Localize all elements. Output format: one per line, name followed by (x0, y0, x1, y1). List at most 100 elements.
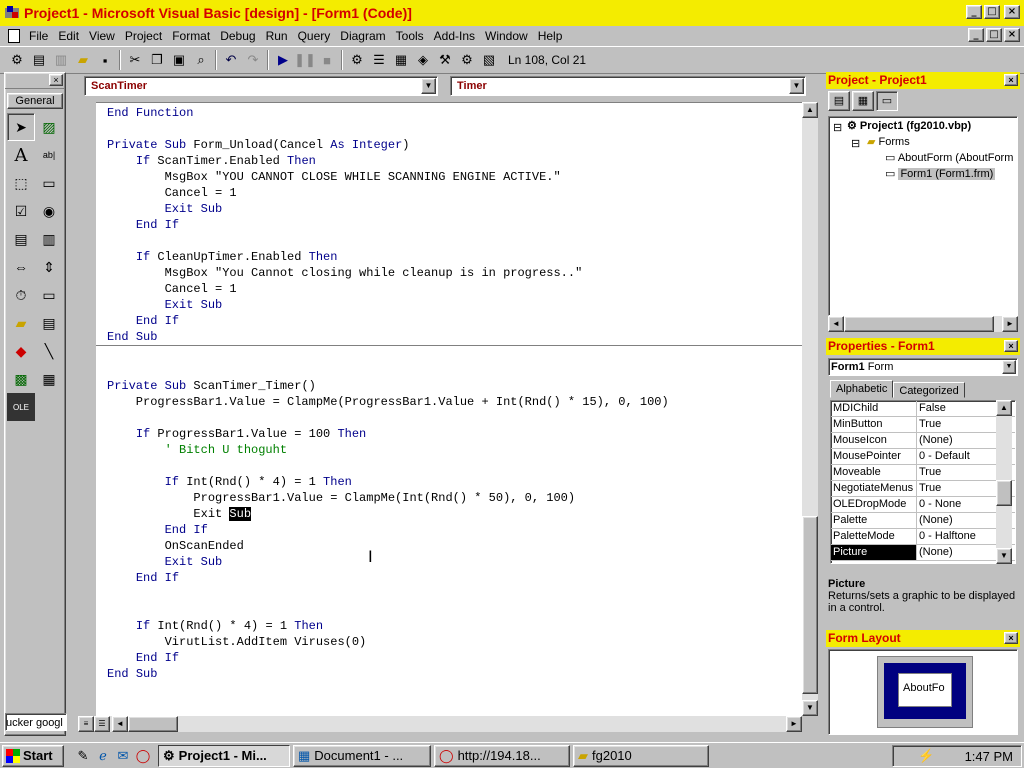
label-icon[interactable]: A (7, 141, 35, 169)
commandbutton-icon[interactable]: ▭ (35, 169, 63, 197)
tray-network-icon[interactable]: ⚡ (918, 748, 934, 764)
full-module-view-button[interactable]: ☰ (94, 716, 110, 732)
checkbox-icon[interactable]: ☑ (7, 197, 35, 225)
property-row[interactable]: MDIChild False (831, 401, 1015, 417)
toolbox-header[interactable]: × (5, 73, 65, 89)
form-position-preview[interactable]: AboutFo (898, 673, 952, 707)
frame-icon[interactable]: ⬚ (7, 169, 35, 197)
scroll-down-button[interactable]: ▼ (996, 548, 1012, 564)
property-row[interactable]: Palette (None) (831, 513, 1015, 529)
document-icon[interactable] (8, 28, 20, 43)
view-object-button[interactable]: ▦ (852, 91, 874, 111)
scroll-thumb[interactable] (996, 480, 1012, 506)
menu-window[interactable]: Window (480, 29, 533, 43)
combobox-icon[interactable]: ▤ (7, 225, 35, 253)
listbox-icon[interactable]: ▥ (35, 225, 63, 253)
toggle-folders-button[interactable]: ▭ (876, 91, 898, 111)
optionbutton-icon[interactable]: ◉ (35, 197, 63, 225)
undo-icon[interactable]: ↶ (220, 49, 242, 71)
properties-window-icon[interactable]: ☰ (368, 49, 390, 71)
vscrollbar-icon[interactable]: ⇕ (35, 253, 63, 281)
property-row[interactable]: MinButton True (831, 417, 1015, 433)
project-explorer-title[interactable]: Project - Project1 × (826, 72, 1020, 89)
task-vb-project[interactable]: ⚙ Project1 - Mi... (158, 744, 290, 767)
hscroll-thumb[interactable] (844, 316, 994, 332)
menu-format[interactable]: Format (167, 29, 215, 43)
object-select[interactable]: Form1 Form ▼ (828, 358, 1018, 376)
filelistbox-icon[interactable]: ▤ (35, 309, 63, 337)
property-row[interactable]: OLEDropMode 0 - None (831, 497, 1015, 513)
tab-alphabetic[interactable]: Alphabetic (830, 380, 894, 398)
hscroll-thumb[interactable] (128, 716, 178, 732)
properties-close-button[interactable]: × (1004, 340, 1018, 352)
shape-icon[interactable]: ◆ (7, 337, 35, 365)
scroll-left-button[interactable]: ◄ (828, 316, 844, 332)
procedure-view-button[interactable]: ≡ (78, 716, 94, 732)
menu-add-ins[interactable]: Add-Ins (429, 29, 480, 43)
form-layout-title[interactable]: Form Layout × (826, 630, 1020, 647)
close-button[interactable]: × (1004, 5, 1020, 19)
stop-icon[interactable]: ■ (316, 49, 338, 71)
tree-root[interactable]: ⚙ Project1 (fg2010.vbp) (847, 119, 971, 132)
title-bar[interactable]: Project1 - Microsoft Visual Basic [desig… (0, 0, 1024, 26)
pointer-icon[interactable]: ➤ (7, 113, 35, 141)
project-horizontal-scrollbar[interactable]: ◄ ► (828, 316, 1018, 332)
timer-icon[interactable]: ⏱ (7, 281, 35, 309)
menu-help[interactable]: Help (533, 29, 568, 43)
menu-view[interactable]: View (84, 29, 120, 43)
task-opera-browser[interactable]: ◯ http://194.18... (434, 744, 570, 767)
menu-project[interactable]: Project (120, 29, 167, 43)
image-icon[interactable]: ▩ (7, 365, 35, 393)
dirlistbox-icon[interactable]: ▰ (7, 309, 35, 337)
child-minimize-button[interactable]: _ (968, 28, 984, 42)
add-form-icon[interactable]: ▤ (28, 49, 50, 71)
tab-categorized[interactable]: Categorized (893, 382, 965, 398)
scroll-thumb[interactable] (802, 516, 818, 694)
property-row[interactable]: MousePointer 0 - Default (831, 449, 1015, 465)
show-desktop-icon[interactable]: ✎ (74, 747, 92, 765)
tree-item-aboutform[interactable]: ▭ AboutForm (AboutForm (885, 151, 1013, 164)
picturebox-icon[interactable]: ▨ (35, 113, 63, 141)
view-code-button[interactable]: ▤ (828, 91, 850, 111)
add-project-icon[interactable]: ⚙ (6, 49, 28, 71)
scroll-up-button[interactable]: ▲ (996, 400, 1012, 416)
toolbox-icon[interactable]: ⚒ (434, 49, 456, 71)
clock[interactable]: 1:47 PM (965, 749, 1013, 764)
project-explorer-icon[interactable]: ⚙ (346, 49, 368, 71)
scroll-up-button[interactable]: ▲ (802, 102, 818, 118)
project-tree[interactable]: ⊟ ⚙ Project1 (fg2010.vbp) ⊟ ▰ Forms ▭ Ab… (828, 116, 1018, 316)
opera-icon[interactable]: ◯ (134, 747, 152, 765)
task-word-document[interactable]: ▦ Document1 - ... (293, 744, 431, 767)
property-row[interactable]: MouseIcon (None) (831, 433, 1015, 449)
menu-edit[interactable]: Edit (53, 29, 84, 43)
chevron-down-icon[interactable]: ▼ (421, 78, 436, 94)
scroll-left-button[interactable]: ◄ (112, 716, 128, 732)
tree-collapse-icon[interactable]: ⊟ (851, 137, 860, 150)
chevron-down-icon[interactable]: ▼ (789, 78, 804, 94)
object-browser-icon[interactable]: ◈ (412, 49, 434, 71)
save-icon[interactable]: ▪ (94, 49, 116, 71)
property-row[interactable]: Moveable True (831, 465, 1015, 481)
tree-folder-forms[interactable]: ▰ Forms (867, 135, 910, 148)
ole-icon[interactable]: OLE (7, 393, 35, 421)
find-icon[interactable]: ⌕ (190, 49, 212, 71)
data-view-icon[interactable]: ⚙ (456, 49, 478, 71)
menu-run[interactable]: Run (261, 29, 293, 43)
menu-debug[interactable]: Debug (215, 29, 260, 43)
copy-icon[interactable]: ❐ (146, 49, 168, 71)
child-close-button[interactable]: × (1004, 28, 1020, 42)
redo-icon[interactable]: ↷ (242, 49, 264, 71)
run-icon[interactable]: ▶ (272, 49, 294, 71)
outlook-icon[interactable]: ✉ (114, 747, 132, 765)
start-button[interactable]: Start (2, 744, 64, 767)
minimize-button[interactable]: _ (966, 5, 982, 19)
code-horizontal-scrollbar[interactable]: ≡ ☰ ◄ ► (78, 716, 802, 732)
scroll-right-button[interactable]: ► (786, 716, 802, 732)
menu-editor-icon[interactable]: ▥ (50, 49, 72, 71)
code-editor[interactable]: End Function Private Sub Form_Unload(Can… (96, 102, 802, 716)
code-vertical-scrollbar[interactable]: ▲ ▼ (802, 102, 818, 716)
tree-item-form1[interactable]: ▭ Form1 (Form1.frm) (885, 167, 996, 180)
property-row[interactable]: NegotiateMenus True (831, 481, 1015, 497)
chevron-down-icon[interactable]: ▼ (1002, 360, 1016, 374)
pause-icon[interactable]: ❚❚ (294, 49, 316, 71)
